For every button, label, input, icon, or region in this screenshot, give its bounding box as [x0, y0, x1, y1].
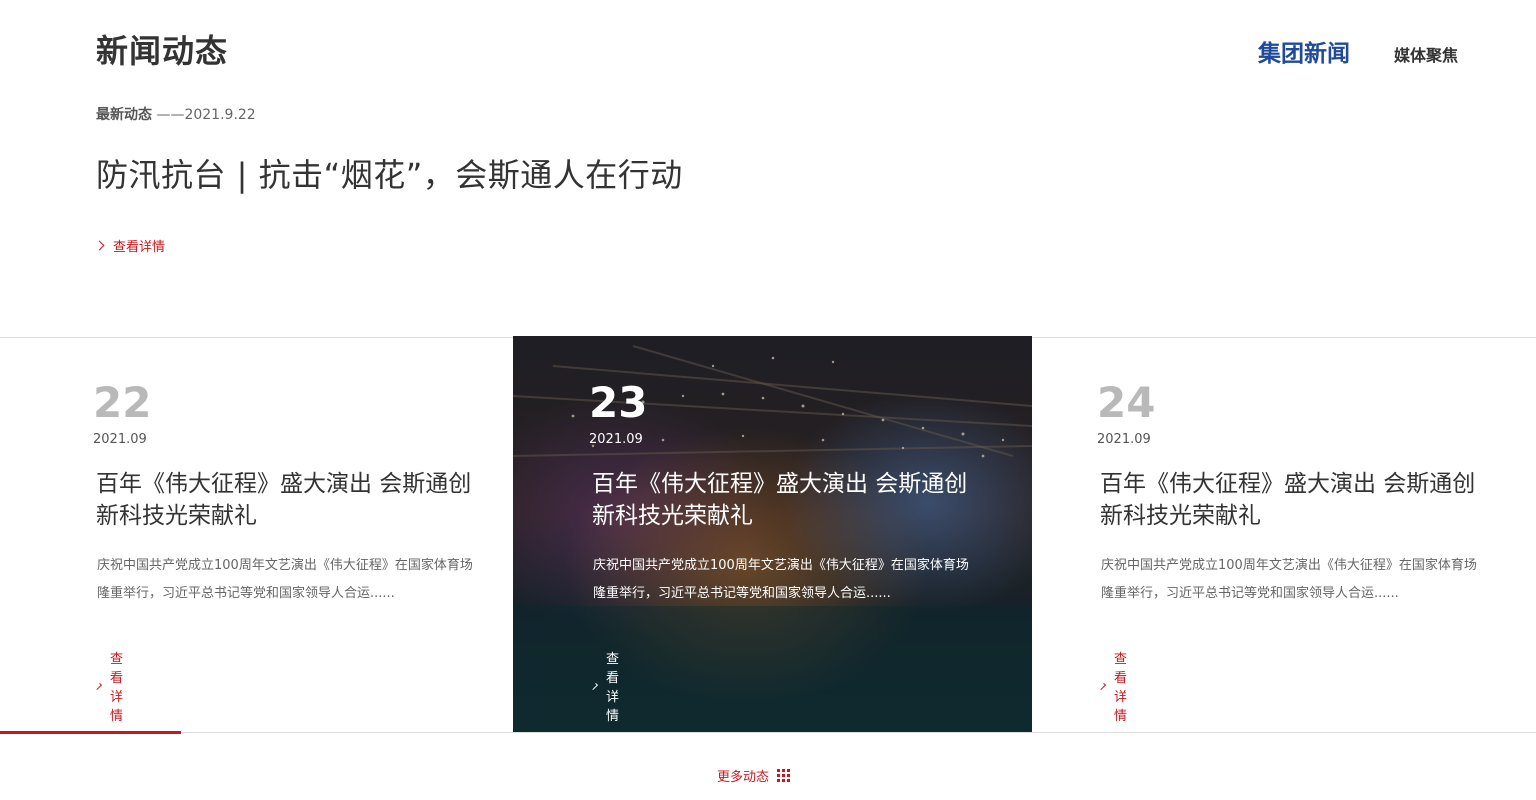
featured-title[interactable]: 防汛抗台 | 抗击“烟花”，会斯通人在行动	[96, 150, 683, 196]
chevron-right-icon	[94, 682, 103, 690]
more-news-link[interactable]: 更多动态	[717, 766, 791, 785]
more-news-label: 更多动态	[717, 770, 770, 785]
news-year-month: 2021.09	[93, 432, 147, 447]
divider-bottom	[0, 732, 1536, 733]
tab-media-focus[interactable]: 媒体聚焦	[1394, 42, 1458, 66]
news-year-month: 2021.09	[589, 432, 643, 447]
news-section: 新闻动态 集团新闻 媒体聚焦 最新动态 ——2021.9.22 防汛抗台 | 抗…	[0, 0, 1536, 800]
news-desc: 庆祝中国共产党成立100周年文艺演出《伟大征程》在国家体育场隆重举行，习近平总书…	[97, 558, 473, 601]
chevron-right-icon	[590, 682, 599, 690]
news-more-link[interactable]: 查看详情	[590, 648, 623, 724]
latest-date-line: 最新动态 ——2021.9.22	[96, 104, 256, 124]
news-more-label: 查看详情	[1113, 652, 1127, 724]
news-card[interactable]: 22 2021.09 百年《伟大征程》盛大演出 会斯通创新科技光荣献礼 庆祝中国…	[0, 336, 513, 732]
latest-label: 最新动态	[96, 107, 152, 123]
news-day: 22	[93, 378, 152, 427]
slider-progress-bar	[0, 731, 181, 734]
news-year-month: 2021.09	[1097, 432, 1151, 447]
tab-group-news[interactable]: 集团新闻	[1258, 34, 1350, 68]
section-title: 新闻动态	[96, 32, 229, 70]
news-desc: 庆祝中国共产党成立100周年文艺演出《伟大征程》在国家体育场隆重举行，习近平总书…	[1101, 558, 1477, 601]
news-card-active[interactable]: 23 2021.09 百年《伟大征程》盛大演出 会斯通创新科技光荣献礼 庆祝中国…	[513, 336, 1032, 732]
chevron-right-icon	[94, 240, 105, 251]
news-card[interactable]: 24 2021.09 百年《伟大征程》盛大演出 会斯通创新科技光荣献礼 庆祝中国…	[1032, 336, 1536, 732]
news-desc: 庆祝中国共产党成立100周年文艺演出《伟大征程》在国家体育场隆重举行，习近平总书…	[593, 558, 969, 601]
news-more-link[interactable]: 查看详情	[94, 648, 127, 724]
news-title[interactable]: 百年《伟大征程》盛大演出 会斯通创新科技光荣献礼	[592, 468, 972, 532]
news-more-label: 查看详情	[109, 652, 123, 724]
featured-more-label: 查看详情	[113, 240, 166, 255]
news-tabs: 集团新闻 媒体聚焦	[1258, 34, 1458, 68]
news-day: 24	[1097, 378, 1156, 427]
news-more-link[interactable]: 查看详情	[1098, 648, 1131, 724]
news-more-label: 查看详情	[605, 652, 619, 724]
grid-dots-icon	[777, 769, 791, 782]
latest-date: ——2021.9.22	[156, 107, 256, 123]
news-title[interactable]: 百年《伟大征程》盛大演出 会斯通创新科技光荣献礼	[96, 468, 476, 532]
featured-more-link[interactable]: 查看详情	[94, 236, 166, 255]
news-day: 23	[589, 378, 648, 427]
chevron-right-icon	[1098, 682, 1107, 690]
news-title[interactable]: 百年《伟大征程》盛大演出 会斯通创新科技光荣献礼	[1100, 468, 1480, 532]
